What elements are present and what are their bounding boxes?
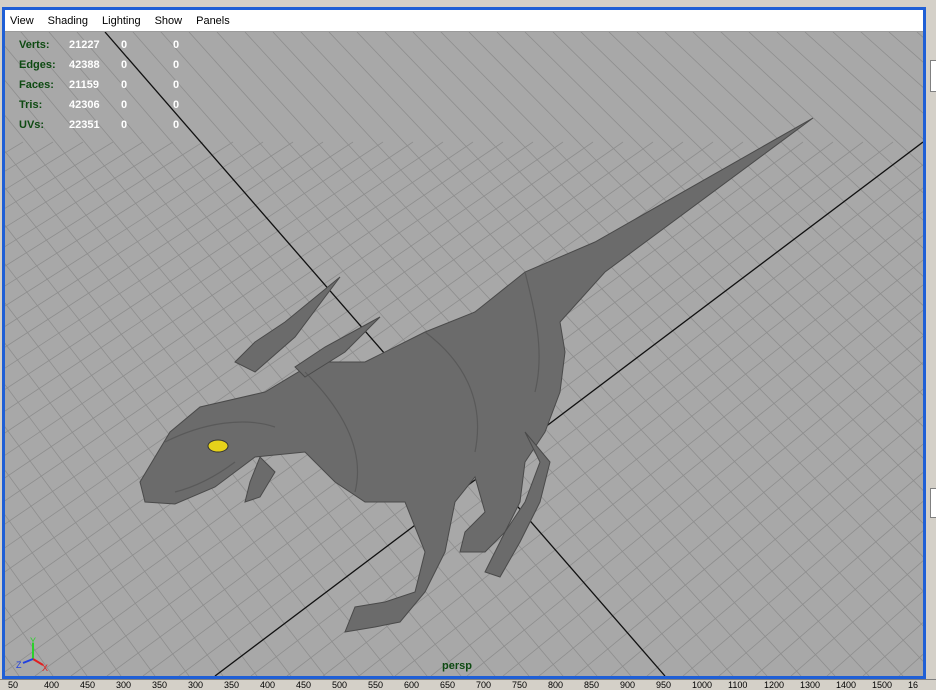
panel-menubar: View Shading Lighting Show Panels: [5, 10, 923, 32]
hud-row-tris: Tris: 42306 0 0: [19, 99, 180, 111]
menu-view[interactable]: View: [8, 14, 36, 28]
viewport-panel[interactable]: View Shading Lighting Show Panels Verts:…: [2, 7, 926, 679]
axis-x-label: X: [42, 663, 48, 671]
dragon-eye: [207, 439, 229, 453]
poly-count-hud: Verts: 21227 0 0 Edges: 42388 0 0 Faces:…: [19, 35, 203, 135]
menu-lighting[interactable]: Lighting: [100, 14, 143, 28]
menu-shading[interactable]: Shading: [46, 14, 90, 28]
axis-y-label: Y: [30, 637, 36, 646]
hud-row-uvs: UVs: 22351 0 0: [19, 119, 180, 131]
axis-z-label: Z: [16, 660, 22, 670]
side-handle-bottom[interactable]: [930, 488, 936, 518]
side-panel-edge: [926, 0, 936, 689]
hud-row-edges: Edges: 42388 0 0: [19, 59, 180, 71]
time-slider-ruler[interactable]: 50 400 450 300 350 300 350 400 450 500 550 600 650 70…: [0, 679, 936, 690]
hud-row-faces: Faces: 21159 0 0: [19, 79, 180, 91]
side-handle-top[interactable]: [930, 60, 936, 92]
menu-show[interactable]: Show: [153, 14, 185, 28]
menu-panels[interactable]: Panels: [194, 14, 232, 28]
camera-name: persp: [442, 660, 472, 672]
axis-gizmo-icon: Y X Z: [13, 636, 53, 676]
hud-row-verts: Verts: 21227 0 0: [19, 39, 180, 51]
